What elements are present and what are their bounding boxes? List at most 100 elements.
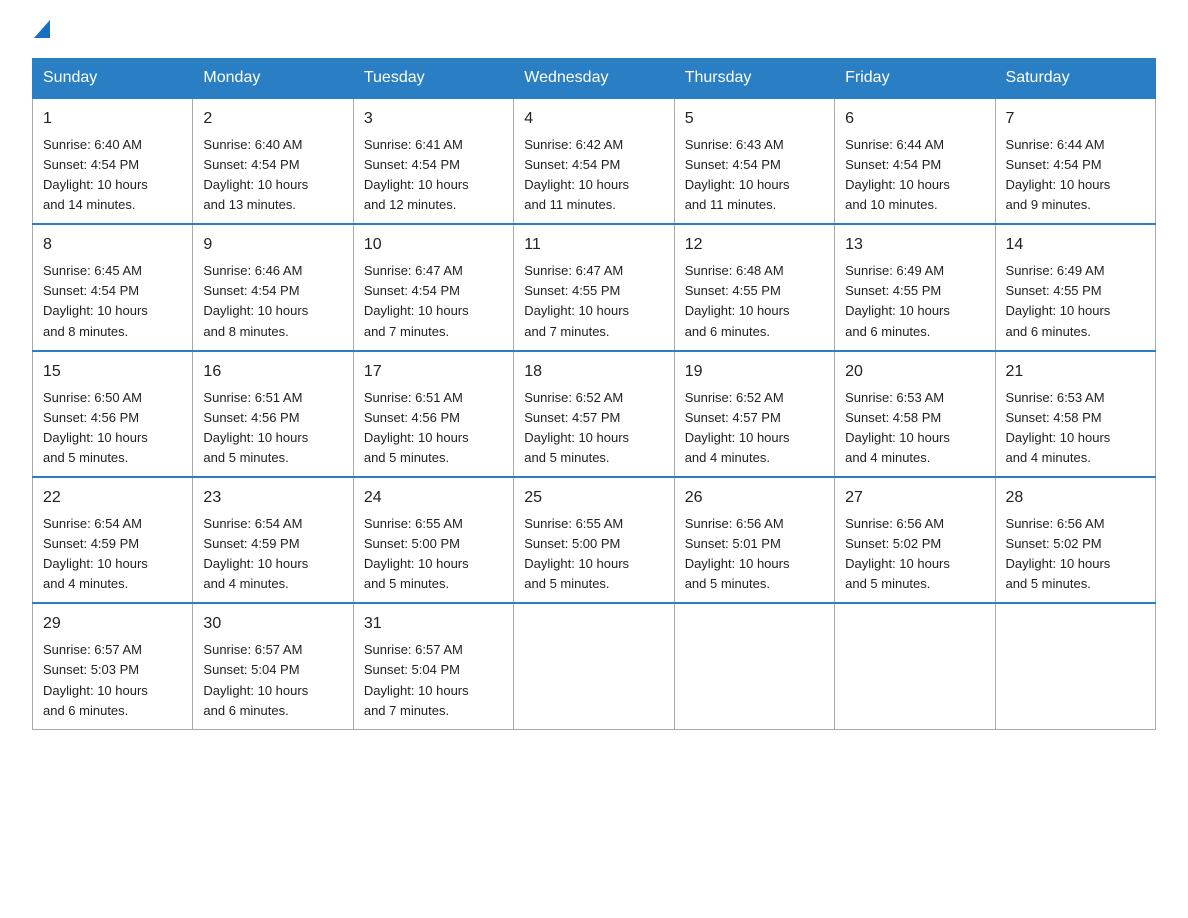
day-number: 7 (1006, 107, 1145, 132)
day-info: Sunrise: 6:51 AMSunset: 4:56 PMDaylight:… (364, 390, 469, 465)
calendar-cell: 15 Sunrise: 6:50 AMSunset: 4:56 PMDayligh… (33, 351, 193, 477)
calendar-cell: 24Sunrise: 6:55 AMSunset: 5:00 PMDayligh… (353, 477, 513, 603)
day-number: 31 (364, 612, 503, 637)
calendar-cell: 28 Sunrise: 6:56 AMSunset: 5:02 PMDayligh… (995, 477, 1155, 603)
day-info: Sunrise: 6:40 AMSunset: 4:54 PMDaylight:… (203, 137, 308, 212)
day-number: 23 (203, 486, 342, 511)
calendar-cell: 31 Sunrise: 6:57 AMSunset: 5:04 PMDayligh… (353, 603, 513, 729)
day-info: Sunrise: 6:54 AMSunset: 4:59 PMDaylight:… (203, 516, 308, 591)
week-row-4: 22 Sunrise: 6:54 AMSunset: 4:59 PMDayligh… (33, 477, 1156, 603)
page-header (32, 24, 1156, 38)
calendar-cell: 26 Sunrise: 6:56 AMSunset: 5:01 PMDayligh… (674, 477, 834, 603)
calendar-cell: 6 Sunrise: 6:44 AMSunset: 4:54 PMDaylight… (835, 98, 995, 224)
weekday-header-row: SundayMondayTuesdayWednesdayThursdayFrid… (33, 59, 1156, 99)
calendar-cell: 23 Sunrise: 6:54 AMSunset: 4:59 PMDayligh… (193, 477, 353, 603)
week-row-1: 1Sunrise: 6:40 AMSunset: 4:54 PMDaylight… (33, 98, 1156, 224)
day-number: 22 (43, 486, 182, 511)
day-number: 14 (1006, 233, 1145, 258)
day-number: 28 (1006, 486, 1145, 511)
day-number: 21 (1006, 360, 1145, 385)
day-info: Sunrise: 6:47 AMSunset: 4:54 PMDaylight:… (364, 263, 469, 338)
day-number: 25 (524, 486, 663, 511)
day-number: 29 (43, 612, 182, 637)
calendar-cell: 20Sunrise: 6:53 AMSunset: 4:58 PMDayligh… (835, 351, 995, 477)
day-info: Sunrise: 6:49 AMSunset: 4:55 PMDaylight:… (1006, 263, 1111, 338)
calendar-cell: 13Sunrise: 6:49 AMSunset: 4:55 PMDayligh… (835, 224, 995, 350)
day-number: 26 (685, 486, 824, 511)
weekday-header-wednesday: Wednesday (514, 59, 674, 99)
day-number: 16 (203, 360, 342, 385)
day-number: 6 (845, 107, 984, 132)
day-number: 11 (524, 233, 663, 258)
weekday-header-tuesday: Tuesday (353, 59, 513, 99)
calendar-cell: 14 Sunrise: 6:49 AMSunset: 4:55 PMDayligh… (995, 224, 1155, 350)
day-info: Sunrise: 6:57 AMSunset: 5:04 PMDaylight:… (203, 642, 308, 717)
day-info: Sunrise: 6:45 AMSunset: 4:54 PMDaylight:… (43, 263, 148, 338)
day-info: Sunrise: 6:44 AMSunset: 4:54 PMDaylight:… (1006, 137, 1111, 212)
day-number: 3 (364, 107, 503, 132)
calendar-cell: 5 Sunrise: 6:43 AMSunset: 4:54 PMDaylight… (674, 98, 834, 224)
calendar-cell: 10 Sunrise: 6:47 AMSunset: 4:54 PMDayligh… (353, 224, 513, 350)
day-number: 9 (203, 233, 342, 258)
weekday-header-friday: Friday (835, 59, 995, 99)
calendar-cell: 19Sunrise: 6:52 AMSunset: 4:57 PMDayligh… (674, 351, 834, 477)
calendar-cell: 11 Sunrise: 6:47 AMSunset: 4:55 PMDayligh… (514, 224, 674, 350)
calendar-cell (674, 603, 834, 729)
logo-arrow-icon (34, 20, 50, 38)
calendar-cell: 29 Sunrise: 6:57 AMSunset: 5:03 PMDayligh… (33, 603, 193, 729)
day-number: 27 (845, 486, 984, 511)
weekday-header-monday: Monday (193, 59, 353, 99)
day-info: Sunrise: 6:46 AMSunset: 4:54 PMDaylight:… (203, 263, 308, 338)
day-info: Sunrise: 6:43 AMSunset: 4:54 PMDaylight:… (685, 137, 790, 212)
day-number: 15 (43, 360, 182, 385)
calendar-table: SundayMondayTuesdayWednesdayThursdayFrid… (32, 58, 1156, 730)
calendar-cell: 16 Sunrise: 6:51 AMSunset: 4:56 PMDayligh… (193, 351, 353, 477)
calendar-cell: 12 Sunrise: 6:48 AMSunset: 4:55 PMDayligh… (674, 224, 834, 350)
week-row-5: 29 Sunrise: 6:57 AMSunset: 5:03 PMDayligh… (33, 603, 1156, 729)
week-row-2: 8Sunrise: 6:45 AMSunset: 4:54 PMDaylight… (33, 224, 1156, 350)
calendar-cell: 27Sunrise: 6:56 AMSunset: 5:02 PMDayligh… (835, 477, 995, 603)
day-number: 10 (364, 233, 503, 258)
weekday-header-saturday: Saturday (995, 59, 1155, 99)
day-info: Sunrise: 6:41 AMSunset: 4:54 PMDaylight:… (364, 137, 469, 212)
calendar-cell: 30 Sunrise: 6:57 AMSunset: 5:04 PMDayligh… (193, 603, 353, 729)
day-number: 30 (203, 612, 342, 637)
week-row-3: 15 Sunrise: 6:50 AMSunset: 4:56 PMDayligh… (33, 351, 1156, 477)
day-info: Sunrise: 6:52 AMSunset: 4:57 PMDaylight:… (524, 390, 629, 465)
day-number: 12 (685, 233, 824, 258)
day-info: Sunrise: 6:44 AMSunset: 4:54 PMDaylight:… (845, 137, 950, 212)
calendar-cell: 2 Sunrise: 6:40 AMSunset: 4:54 PMDaylight… (193, 98, 353, 224)
day-info: Sunrise: 6:56 AMSunset: 5:01 PMDaylight:… (685, 516, 790, 591)
logo (32, 24, 50, 38)
calendar-cell: 1Sunrise: 6:40 AMSunset: 4:54 PMDaylight… (33, 98, 193, 224)
day-number: 18 (524, 360, 663, 385)
day-info: Sunrise: 6:52 AMSunset: 4:57 PMDaylight:… (685, 390, 790, 465)
day-info: Sunrise: 6:53 AMSunset: 4:58 PMDaylight:… (845, 390, 950, 465)
day-number: 17 (364, 360, 503, 385)
calendar-cell: 8Sunrise: 6:45 AMSunset: 4:54 PMDaylight… (33, 224, 193, 350)
calendar-cell (514, 603, 674, 729)
calendar-cell: 3 Sunrise: 6:41 AMSunset: 4:54 PMDaylight… (353, 98, 513, 224)
calendar-cell (835, 603, 995, 729)
day-info: Sunrise: 6:47 AMSunset: 4:55 PMDaylight:… (524, 263, 629, 338)
day-info: Sunrise: 6:57 AMSunset: 5:04 PMDaylight:… (364, 642, 469, 717)
calendar-cell (995, 603, 1155, 729)
day-number: 5 (685, 107, 824, 132)
calendar-cell: 21Sunrise: 6:53 AMSunset: 4:58 PMDayligh… (995, 351, 1155, 477)
calendar-cell: 7 Sunrise: 6:44 AMSunset: 4:54 PMDaylight… (995, 98, 1155, 224)
day-number: 2 (203, 107, 342, 132)
day-info: Sunrise: 6:48 AMSunset: 4:55 PMDaylight:… (685, 263, 790, 338)
day-number: 24 (364, 486, 503, 511)
day-info: Sunrise: 6:51 AMSunset: 4:56 PMDaylight:… (203, 390, 308, 465)
calendar-cell: 22 Sunrise: 6:54 AMSunset: 4:59 PMDayligh… (33, 477, 193, 603)
weekday-header-thursday: Thursday (674, 59, 834, 99)
day-info: Sunrise: 6:56 AMSunset: 5:02 PMDaylight:… (1006, 516, 1111, 591)
calendar-cell: 18 Sunrise: 6:52 AMSunset: 4:57 PMDayligh… (514, 351, 674, 477)
calendar-cell: 9 Sunrise: 6:46 AMSunset: 4:54 PMDaylight… (193, 224, 353, 350)
day-info: Sunrise: 6:57 AMSunset: 5:03 PMDaylight:… (43, 642, 148, 717)
day-info: Sunrise: 6:50 AMSunset: 4:56 PMDaylight:… (43, 390, 148, 465)
day-info: Sunrise: 6:54 AMSunset: 4:59 PMDaylight:… (43, 516, 148, 591)
day-info: Sunrise: 6:40 AMSunset: 4:54 PMDaylight:… (43, 137, 148, 212)
weekday-header-sunday: Sunday (33, 59, 193, 99)
calendar-cell: 25Sunrise: 6:55 AMSunset: 5:00 PMDayligh… (514, 477, 674, 603)
